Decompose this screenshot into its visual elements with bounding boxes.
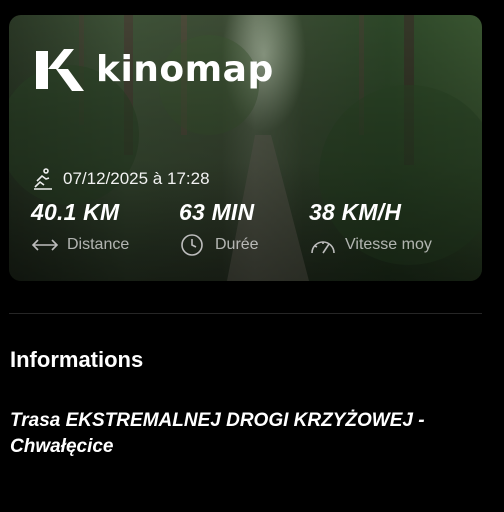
section-divider bbox=[9, 313, 482, 314]
distance-value: 40.1 KM bbox=[31, 199, 120, 225]
kinomap-logo: kinomap bbox=[34, 45, 274, 95]
activity-date-row: 07/12/2025 à 17:28 bbox=[31, 167, 210, 191]
speed-label: Vitesse moy bbox=[345, 236, 432, 253]
kinomap-logo-text: kinomap bbox=[96, 49, 274, 90]
stat-average-speed: 38 KM/H Vitesse moy bbox=[309, 199, 432, 257]
route-title: Trasa EKSTREMALNEJ DROGI KRZYŻOWEJ - Chw… bbox=[10, 410, 425, 457]
clock-icon bbox=[181, 234, 203, 256]
informations-heading: Informations bbox=[10, 347, 144, 372]
duration-label: Durée bbox=[215, 236, 259, 253]
activity-datetime: 07/12/2025 à 17:28 bbox=[63, 169, 210, 188]
duration-value: 63 MIN bbox=[179, 199, 255, 225]
cyclist-icon bbox=[34, 168, 52, 190]
kinomap-logo-mark-icon bbox=[36, 49, 84, 91]
distance-label: Distance bbox=[67, 236, 130, 253]
speedometer-icon bbox=[311, 241, 335, 254]
speed-value: 38 KM/H bbox=[309, 199, 402, 225]
stat-distance: 40.1 KM Distance bbox=[31, 199, 129, 257]
stat-duration: 63 MIN Durée bbox=[179, 199, 259, 257]
distance-arrows-icon bbox=[31, 239, 59, 251]
activity-card[interactable]: kinomap 07/12/2025 à 17:28 40.1 KM Dista… bbox=[9, 15, 482, 281]
